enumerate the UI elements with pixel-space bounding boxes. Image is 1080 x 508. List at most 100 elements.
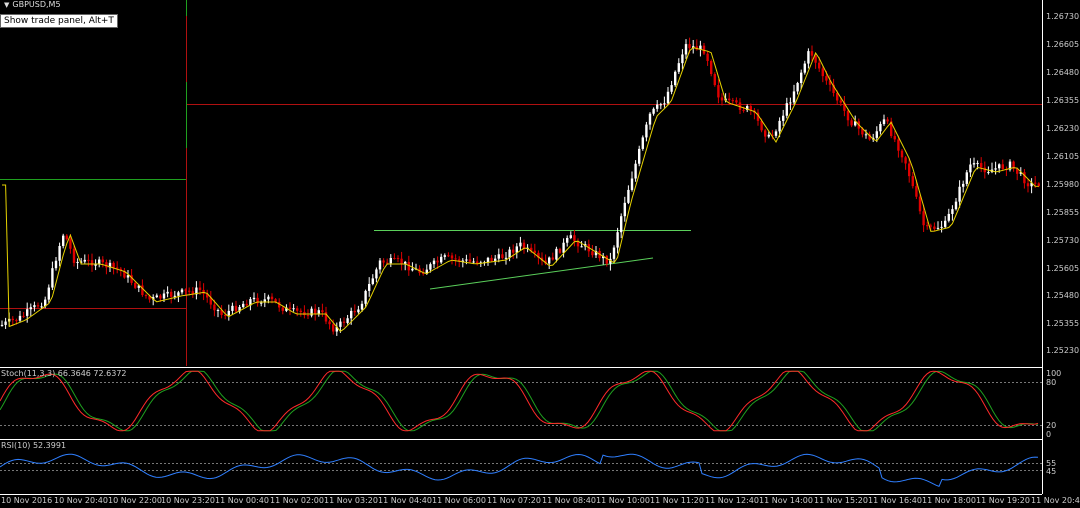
candle-body [717, 85, 720, 98]
candle-body [26, 309, 29, 316]
candle-body [623, 202, 626, 217]
price-tick: 1.25355 [1046, 319, 1080, 328]
stoch-tick: 100 [1046, 369, 1062, 378]
candle-body [616, 232, 619, 248]
candle-body [1023, 172, 1026, 184]
candle-body [328, 321, 331, 325]
price-tick: 1.26730 [1046, 12, 1080, 21]
candle-body [580, 246, 583, 248]
candle-body [936, 227, 940, 229]
candle-body [144, 295, 148, 297]
candle-body [875, 131, 878, 138]
candle-body [897, 139, 900, 151]
candle-body [648, 113, 652, 125]
candle-body [641, 137, 644, 149]
candle-body [954, 201, 958, 210]
candle-body [1037, 183, 1040, 187]
candle-body [468, 259, 472, 262]
candle-body [202, 289, 205, 294]
candle-body [353, 310, 356, 313]
candle-body [778, 120, 781, 132]
candle-body [839, 100, 842, 103]
dropdown-arrow-icon[interactable]: ▼ [4, 1, 9, 9]
candle-body [36, 305, 40, 307]
candle-body [929, 225, 932, 227]
candle-body [904, 157, 907, 164]
candle-body [339, 321, 342, 327]
time-tick: 11 Nov 10:00 [596, 496, 650, 505]
candle-body [400, 258, 403, 265]
candle-body [782, 115, 785, 121]
candle-body [1001, 164, 1004, 169]
candle-body [126, 275, 130, 278]
candle-body [911, 176, 914, 187]
candle-body [742, 109, 745, 111]
candle-body [706, 53, 709, 61]
candle-body [501, 254, 504, 259]
candle-body [299, 310, 302, 312]
stochastic-label: Stoch(11,3,3) 66.3646 72.6372 [1, 369, 127, 378]
candle-body [1026, 183, 1030, 187]
time-tick: 10 Nov 20:40 [54, 496, 108, 505]
candle-body [731, 100, 734, 102]
candle-body [443, 255, 446, 257]
stoch-tick: 0 [1046, 430, 1052, 439]
candle-body [436, 260, 439, 263]
candle-body [245, 303, 248, 306]
candle-body [940, 226, 943, 228]
candle-body [818, 62, 821, 69]
candle-body [796, 83, 799, 92]
candle-body [710, 60, 713, 75]
candle-body [184, 289, 187, 291]
chart-canvas[interactable] [0, 0, 1080, 508]
candle-body [350, 310, 353, 319]
time-tick: 11 Nov 00:40 [215, 496, 269, 505]
candle-body [454, 258, 457, 260]
candle-body [908, 163, 911, 177]
candle-body [789, 102, 792, 104]
stoch-main-line[interactable] [0, 370, 1039, 432]
candle-body [213, 304, 216, 311]
candle-body [620, 216, 623, 233]
moving-average-line[interactable] [2, 47, 1039, 332]
price-tick: 1.26105 [1046, 152, 1080, 161]
candle-body [681, 54, 684, 64]
price-tick: 1.26230 [1046, 124, 1080, 133]
candle-body [371, 278, 374, 284]
candle-body [173, 295, 176, 297]
candle-body [659, 104, 662, 106]
candle-body [987, 172, 990, 174]
candle-body [357, 309, 360, 313]
price-tick: 1.25855 [1046, 208, 1080, 217]
candle-body [821, 68, 824, 77]
candle-body [900, 150, 904, 158]
symbol-title[interactable]: ▼ GBPUSD,M5 [4, 0, 61, 9]
candle-body [933, 226, 936, 229]
candle-body [893, 136, 896, 140]
candle-body [450, 255, 454, 259]
candle-body [0, 324, 4, 326]
candle-body [270, 296, 274, 300]
candle-body [166, 291, 169, 294]
price-tick: 1.26355 [1046, 96, 1080, 105]
candle-body [630, 178, 634, 190]
candle-body [504, 257, 508, 259]
stoch-tick: 80 [1046, 378, 1057, 387]
price-tick: 1.25730 [1046, 236, 1080, 245]
candle-body [548, 257, 551, 264]
stoch-signal-line[interactable] [0, 370, 1039, 432]
candle-body [486, 257, 490, 263]
candle-body [555, 248, 558, 260]
candle-body [558, 248, 562, 253]
candle-body [170, 291, 173, 297]
rsi-tick: 45 [1046, 467, 1057, 476]
candle-body [382, 260, 385, 263]
candle-body [947, 213, 950, 221]
candle-body [393, 258, 396, 260]
candle-body [677, 63, 680, 72]
rsi-line[interactable] [0, 453, 1039, 488]
candle-body [72, 248, 76, 263]
candlestick-series[interactable] [0, 37, 1040, 336]
candle-body [260, 302, 263, 304]
candle-body [728, 98, 731, 101]
